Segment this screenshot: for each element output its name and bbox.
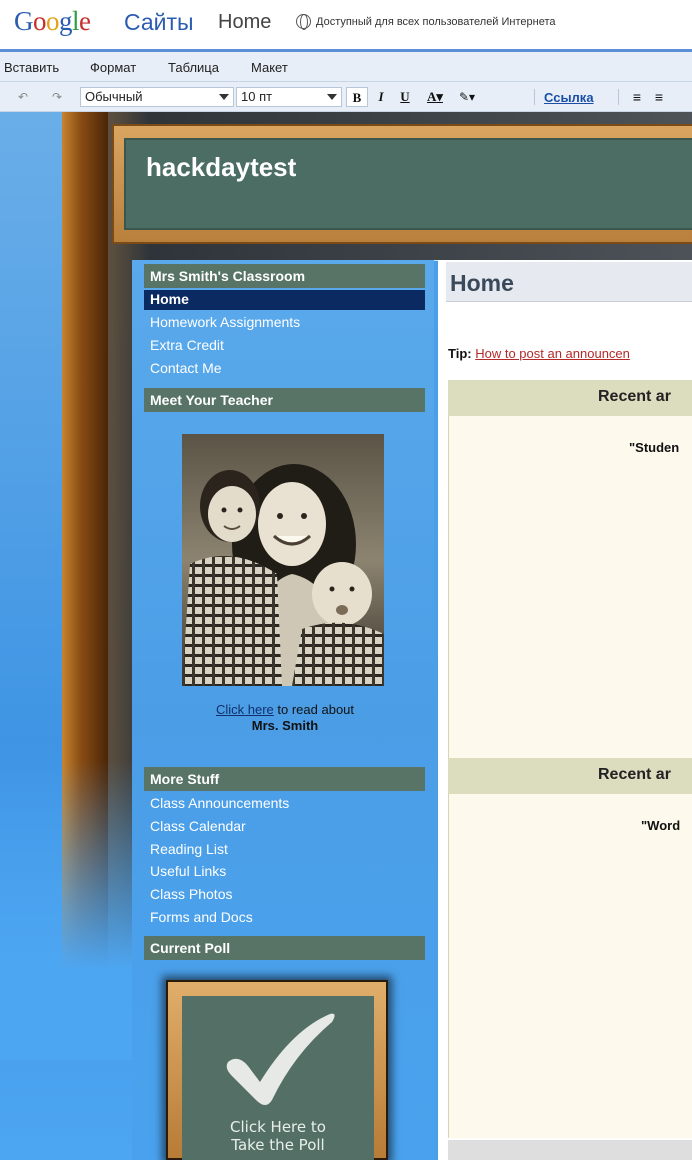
tip-label: Tip: xyxy=(448,346,472,361)
poll-text-line-2: Take the Poll xyxy=(231,1136,325,1154)
chevron-down-icon xyxy=(327,94,337,100)
sidebar-item-contact[interactable]: Contact Me xyxy=(150,360,222,376)
poll-call-to-action[interactable]: Click Here to Take the Poll xyxy=(182,1118,374,1154)
teacher-caption: Click here to read about Mrs. Smith xyxy=(150,702,420,734)
sites-product-name[interactable]: Сайты xyxy=(124,9,194,36)
current-page-name: Home xyxy=(218,11,272,33)
sharing-status[interactable]: Доступный для всех пользователей Интерне… xyxy=(316,16,556,28)
font-size-select[interactable]: 10 пт xyxy=(236,87,342,107)
bulleted-list-icon[interactable]: ≡ xyxy=(648,87,670,107)
toolbar-separator xyxy=(618,89,619,105)
panel-footer xyxy=(448,1140,692,1160)
text-color-button[interactable]: A▾ xyxy=(420,87,450,107)
format-toolbar: ↶ ↷ Обычный 10 пт B I U A▾ ✎▾ Ссылка ≡ ≡ xyxy=(0,82,692,112)
sidebar-item-calendar[interactable]: Class Calendar xyxy=(150,818,246,834)
teacher-photo[interactable] xyxy=(182,434,384,686)
chevron-down-icon xyxy=(219,94,229,100)
google-logo[interactable]: Google xyxy=(14,6,91,37)
sidebar-item-home[interactable]: Home xyxy=(144,290,425,310)
sidebar-heading-more: More Stuff xyxy=(144,767,425,791)
sidebar-item-useful-links[interactable]: Useful Links xyxy=(150,863,226,879)
numbered-list-icon[interactable]: ≡ xyxy=(626,87,648,107)
page-title: Home xyxy=(450,270,514,296)
text-color-icon: A xyxy=(427,89,437,104)
recent-announcements-panel: "Studen xyxy=(448,416,692,758)
sidebar-item-announcements[interactable]: Class Announcements xyxy=(150,795,289,811)
undo-icon[interactable]: ↶ xyxy=(18,90,28,104)
teacher-photo-image xyxy=(182,434,384,686)
recent-announcements-header: Recent ar xyxy=(448,380,692,416)
menu-insert[interactable]: Вставить xyxy=(4,60,59,75)
poll-text-line-1: Click Here to xyxy=(230,1118,326,1136)
insert-link-button[interactable]: Ссылка xyxy=(544,90,594,105)
sidebar-item-extra-credit[interactable]: Extra Credit xyxy=(150,337,224,353)
underline-button[interactable]: U xyxy=(394,87,416,107)
paragraph-style-select[interactable]: Обычный xyxy=(80,87,234,107)
menu-bar: Вставить Формат Таблица Макет xyxy=(0,52,692,82)
recent-activity-header: Recent ar xyxy=(448,758,692,794)
sidebar-item-forms-docs[interactable]: Forms and Docs xyxy=(150,909,253,925)
sidebar-item-class-photos[interactable]: Class Photos xyxy=(150,886,232,902)
sidebar-heading-teacher: Meet Your Teacher xyxy=(144,388,425,412)
italic-button[interactable]: I xyxy=(370,87,392,107)
sidebar-heading-poll: Current Poll xyxy=(144,936,425,960)
activity-title[interactable]: "Word xyxy=(641,818,680,833)
font-size-value: 10 пт xyxy=(241,89,273,104)
highlighter-icon: ✎▾ xyxy=(458,90,476,104)
announcement-title[interactable]: "Studen xyxy=(629,440,679,455)
redo-icon[interactable]: ↷ xyxy=(52,90,62,104)
tip-line: Tip: How to post an announcen xyxy=(448,346,630,361)
sidebar-heading-classroom: Mrs Smith's Classroom xyxy=(144,264,425,288)
sites-header: Google Сайты Home Доступный для всех пол… xyxy=(0,0,692,50)
toolbar-separator xyxy=(534,89,535,105)
site-title[interactable]: hackdaytest xyxy=(146,152,296,183)
menu-layout[interactable]: Макет xyxy=(251,60,288,75)
caption-text: to read about xyxy=(273,702,355,717)
globe-icon xyxy=(296,14,311,30)
checkmark-icon xyxy=(226,1013,335,1105)
sidebar-item-reading-list[interactable]: Reading List xyxy=(150,841,228,857)
highlight-color-button[interactable]: ✎▾ xyxy=(452,87,482,107)
teacher-name: Mrs. Smith xyxy=(251,718,319,733)
menu-format[interactable]: Формат xyxy=(90,60,136,75)
sidebar-item-homework[interactable]: Homework Assignments xyxy=(150,314,300,330)
paragraph-style-value: Обычный xyxy=(85,89,143,104)
menu-table[interactable]: Таблица xyxy=(168,60,219,75)
tip-link[interactable]: How to post an announcen xyxy=(475,346,630,361)
recent-activity-panel: "Word xyxy=(448,794,692,1138)
read-about-link[interactable]: Click here xyxy=(216,702,274,717)
bold-button[interactable]: B xyxy=(346,87,368,107)
